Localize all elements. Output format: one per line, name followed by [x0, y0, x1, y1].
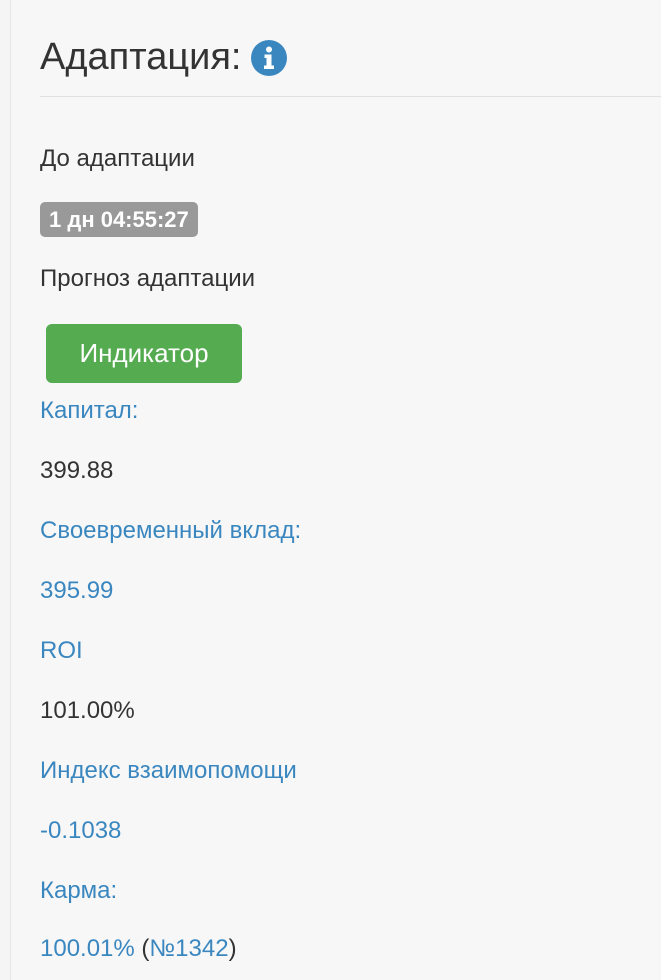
- info-icon[interactable]: [251, 40, 288, 76]
- timely-deposit-value[interactable]: 395.99: [40, 576, 113, 606]
- page-heading: Адаптация:: [40, 34, 288, 80]
- karma-rank-link[interactable]: №1342: [149, 935, 228, 962]
- page-title: Адаптация:: [40, 36, 242, 78]
- roi-label[interactable]: ROI: [40, 636, 83, 666]
- roi-value: 101.00%: [40, 697, 135, 724]
- karma-paren-open: (: [134, 935, 150, 962]
- indicator-button[interactable]: Индикатор: [46, 324, 242, 383]
- karma-paren-close: ): [228, 935, 237, 962]
- karma-label[interactable]: Карма:: [40, 876, 117, 906]
- forecast-label: Прогноз адаптации: [40, 265, 256, 292]
- mutual-aid-label[interactable]: Индекс взаимопомощи: [40, 756, 297, 786]
- capital-label[interactable]: Капитал:: [40, 396, 138, 426]
- until-adaptation-label: До адаптации: [40, 145, 195, 172]
- countdown-badge: 1 дн 04:55:27: [40, 202, 198, 237]
- timely-deposit-label[interactable]: Своевременный вклад:: [40, 516, 301, 546]
- karma-value[interactable]: 100.01%: [40, 935, 135, 962]
- karma-value-line: 100.01% (№1342): [40, 934, 237, 964]
- capital-value: 399.88: [40, 457, 114, 484]
- adaptation-panel: Адаптация: До адаптации 1 дн 04:55:27 Пр…: [10, 0, 661, 980]
- heading-divider: [40, 96, 661, 97]
- mutual-aid-value[interactable]: -0.1038: [40, 816, 121, 846]
